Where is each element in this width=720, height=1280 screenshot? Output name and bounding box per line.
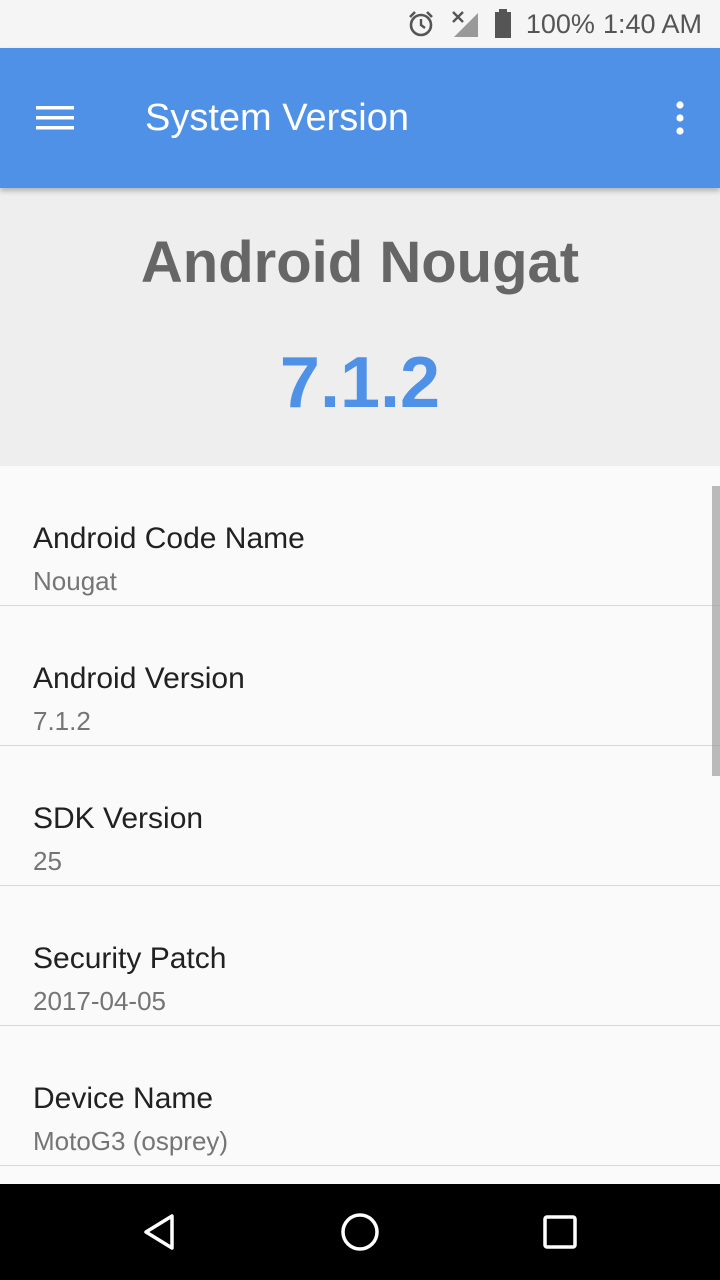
os-version-number: 7.1.2 [279,343,441,423]
item-title: Security Patch [33,942,227,975]
navigation-bar [0,1184,720,1280]
signal-off-icon [450,9,480,39]
list-item[interactable]: Android Code Name Nougat [0,466,720,606]
clock: 1:40 AM [602,8,702,39]
more-vert-icon[interactable] [660,90,700,146]
scrollbar[interactable] [712,486,720,776]
list-item[interactable]: SDK Version 25 [0,746,720,886]
hamburger-menu-icon[interactable] [24,90,88,146]
item-title: Android Code Name [33,522,305,555]
item-value: 25 [33,846,62,876]
item-title: Device Name [33,1082,214,1115]
alarm-icon [406,9,436,39]
info-list: Android Code Name Nougat Android Version… [0,466,720,1184]
item-value: 2017-04-05 [33,986,166,1016]
page-title: System Version [145,97,409,139]
item-title: Android Version [33,662,245,695]
item-value: Nougat [33,566,117,596]
list-item[interactable]: Security Patch 2017-04-05 [0,886,720,1026]
list-item[interactable]: Device Name MotoG3 (osprey) [0,1026,720,1166]
list-item[interactable]: Android Version 7.1.2 [0,606,720,746]
back-icon[interactable] [130,1202,190,1262]
item-value: MotoG3 (osprey) [33,1126,229,1156]
battery-icon [494,9,512,39]
status-bar: 100% 1:40 AM [0,0,720,48]
os-name: Android Nougat [140,230,580,295]
app-bar: System Version [0,48,720,188]
battery-percent: 100% [525,8,595,39]
item-value: 7.1.2 [33,706,91,736]
item-title: SDK Version [33,802,204,835]
home-icon[interactable] [330,1202,390,1262]
recents-icon[interactable] [530,1202,590,1262]
version-header: Android Nougat 7.1.2 [0,188,720,466]
